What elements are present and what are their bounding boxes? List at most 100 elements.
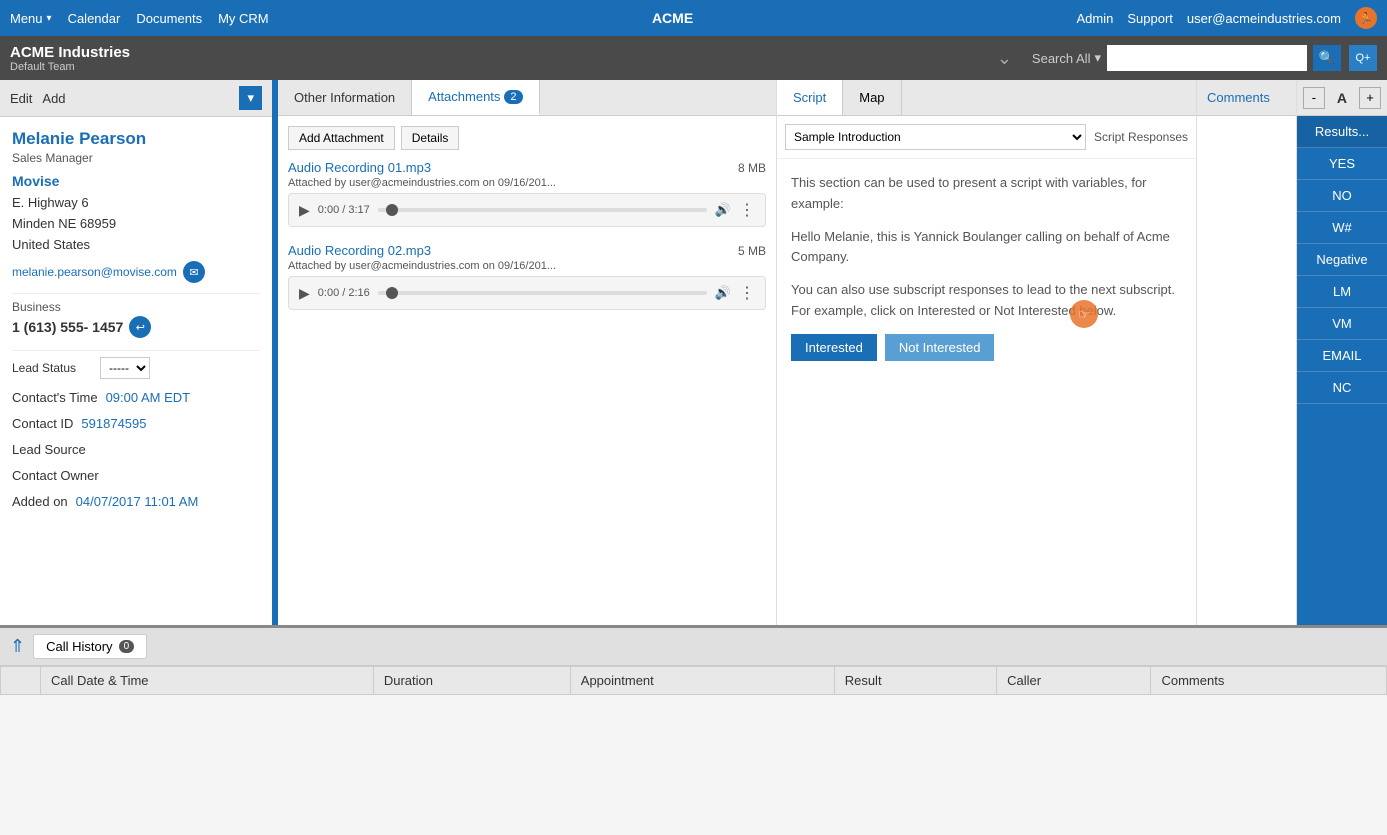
menu-button[interactable]: Menu ▾ <box>10 11 52 26</box>
phone-icon[interactable]: ↩ <box>129 316 151 338</box>
email-icon[interactable]: ✉ <box>183 261 205 283</box>
toolbar-dropdown-button[interactable]: ▾ <box>239 86 262 110</box>
attachment-1-header: Audio Recording 01.mp3 8 MB <box>288 160 766 175</box>
bottom-section: ⇑ Call History 0 Call Date & Time Durati… <box>0 625 1387 835</box>
business-label: Business <box>12 300 260 314</box>
attachments-toolbar: Add Attachment Details <box>288 126 766 150</box>
time-display-2: 0:00 / 2:16 <box>318 287 370 299</box>
tab-map[interactable]: Map <box>843 80 901 115</box>
added-on-row: Added on 04/07/2017 11:01 AM <box>12 489 260 515</box>
contact-owner-row: Contact Owner <box>12 463 260 489</box>
mycrm-nav-link[interactable]: My CRM <box>218 11 269 26</box>
bottom-expand-icon[interactable]: ⇑ <box>10 636 25 657</box>
contact-owner-label: Contact Owner <box>12 463 99 489</box>
tabs-bar: Other Information Attachments 2 <box>278 80 776 116</box>
search-button[interactable]: 🔍 <box>1313 45 1341 71</box>
result-item-email[interactable]: EMAIL <box>1297 340 1387 372</box>
col-call-date: Call Date & Time <box>51 673 149 688</box>
script-dropdown[interactable]: Sample Introduction <box>785 124 1086 150</box>
tab-script[interactable]: Script <box>777 80 843 115</box>
user-email-label: user@acmeindustries.com <box>1187 11 1341 26</box>
script-body-text1: Hello Melanie, this is Yannick Boulanger… <box>791 227 1182 269</box>
attachment-1-name[interactable]: Audio Recording 01.mp3 <box>288 160 431 175</box>
font-label: A <box>1337 90 1347 106</box>
col-comments: Comments <box>1161 673 1224 688</box>
add-attachment-button[interactable]: Add Attachment <box>288 126 395 150</box>
script-body: This section can be used to present a sc… <box>777 159 1196 625</box>
result-item-lm[interactable]: LM <box>1297 276 1387 308</box>
progress-bar-1[interactable] <box>378 208 707 212</box>
script-responses-label: Script Responses <box>1094 130 1188 144</box>
result-item-no[interactable]: NO <box>1297 180 1387 212</box>
calendar-nav-link[interactable]: Calendar <box>68 11 121 26</box>
th-comments: Comments <box>1151 667 1387 695</box>
attachment-item-2: Audio Recording 02.mp3 5 MB Attached by … <box>288 243 766 310</box>
comments-header-label: Comments <box>1207 90 1270 105</box>
result-item-w[interactable]: W# <box>1297 212 1387 244</box>
edit-button[interactable]: Edit <box>10 91 32 106</box>
attachment-1-size: 8 MB <box>738 161 766 175</box>
details-button[interactable]: Details <box>401 126 460 150</box>
attachment-2-name[interactable]: Audio Recording 02.mp3 <box>288 243 431 258</box>
result-item-negative[interactable]: Negative <box>1297 244 1387 276</box>
other-info-tab-label: Other Information <box>294 90 395 105</box>
not-interested-button[interactable]: Not Interested <box>885 334 995 361</box>
bottom-table-wrap: Call Date & Time Duration Appointment Re… <box>0 666 1387 835</box>
results-panel: - A + Results... YES NO W# Negative LM V… <box>1297 80 1387 625</box>
volume-button-1[interactable]: 🔊 <box>715 202 731 218</box>
search-extra-button[interactable]: Q+ <box>1349 45 1377 71</box>
font-increase-button[interactable]: + <box>1359 87 1381 109</box>
script-body-span1: Hello Melanie, this is Yannick Boulanger… <box>791 229 1170 265</box>
font-decrease-button[interactable]: - <box>1303 87 1325 109</box>
interested-button[interactable]: Interested <box>791 334 877 361</box>
result-item-yes[interactable]: YES <box>1297 148 1387 180</box>
contacts-time-label: Contact's Time <box>12 385 98 411</box>
results-panel-header: - A + <box>1297 80 1387 116</box>
call-history-tab[interactable]: Call History 0 <box>33 634 147 659</box>
script-buttons: Interested Not Interested <box>791 334 1182 361</box>
contact-address: E. Highway 6 Minden NE 68959 United Stat… <box>12 193 260 255</box>
app-title: ACME <box>269 10 1077 26</box>
lead-status-row: Lead Status ----- <box>12 357 260 379</box>
result-item-nc[interactable]: NC <box>1297 372 1387 404</box>
support-link[interactable]: Support <box>1127 11 1173 26</box>
more-button-1[interactable]: ⋮ <box>739 200 755 220</box>
comments-panel: Comments <box>1197 80 1297 625</box>
search-dropdown[interactable]: Search All ▾ <box>1032 50 1101 66</box>
tab-attachments[interactable]: Attachments 2 <box>412 80 539 115</box>
tab-other-information[interactable]: Other Information <box>278 80 412 115</box>
address-line3: United States <box>12 235 260 256</box>
contact-company[interactable]: Movise <box>12 173 260 189</box>
script-intro-text-span: This section can be used to present a sc… <box>791 175 1147 211</box>
attachment-2-size: 5 MB <box>738 244 766 258</box>
search-input[interactable] <box>1107 45 1307 71</box>
menu-label: Menu <box>10 11 43 26</box>
result-item-results[interactable]: Results... <box>1297 116 1387 148</box>
attachment-1-meta: Attached by user@acmeindustries.com on 0… <box>288 177 766 189</box>
col-appointment: Appointment <box>581 673 654 688</box>
play-button-1[interactable]: ▶ <box>299 202 310 219</box>
more-button-2[interactable]: ⋮ <box>739 283 755 303</box>
admin-link[interactable]: Admin <box>1077 11 1114 26</box>
volume-button-2[interactable]: 🔊 <box>715 285 731 301</box>
th-call-date-time: Call Date & Time <box>41 667 374 695</box>
result-item-vm[interactable]: VM <box>1297 308 1387 340</box>
business-phone-row: 1 (613) 555- 1457 ↩ <box>12 316 260 338</box>
call-history-table-head: Call Date & Time Duration Appointment Re… <box>1 667 1387 695</box>
search-dropdown-arrow-icon: ▾ <box>1094 50 1101 66</box>
contact-email-link[interactable]: melanie.pearson@movise.com <box>12 265 177 279</box>
attachment-2-meta: Attached by user@acmeindustries.com on 0… <box>288 260 766 272</box>
attachments-tab-label: Attachments <box>428 89 500 104</box>
progress-bar-2[interactable] <box>378 291 707 295</box>
lead-source-label: Lead Source <box>12 437 86 463</box>
documents-nav-link[interactable]: Documents <box>136 11 202 26</box>
expand-arrow-icon[interactable]: ⌄ <box>997 48 1012 69</box>
bottom-header: ⇑ Call History 0 <box>0 628 1387 666</box>
play-button-2[interactable]: ▶ <box>299 285 310 302</box>
contact-email-row: melanie.pearson@movise.com ✉ <box>12 261 260 283</box>
add-button[interactable]: Add <box>42 91 65 106</box>
comments-body[interactable] <box>1197 116 1296 625</box>
second-bar: ACME Industries Default Team ⌄ Search Al… <box>0 36 1387 80</box>
lead-status-select[interactable]: ----- <box>100 357 150 379</box>
result-label-nc: NC <box>1333 380 1352 395</box>
